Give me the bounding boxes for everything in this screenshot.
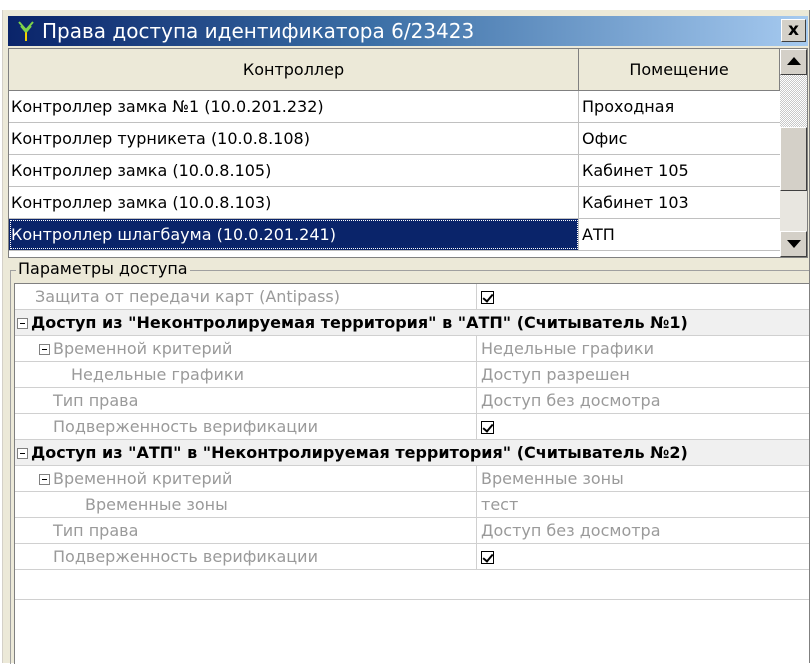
vertical-scrollbar[interactable] (780, 49, 807, 257)
minus-expander-icon[interactable] (17, 318, 28, 329)
empty-row (15, 570, 809, 600)
property-row-verification[interactable]: Подверженность верификации (15, 414, 809, 440)
controller-cell: Контроллер замка №1 (10.0.201.232) (9, 91, 579, 122)
group-label: Параметры доступа (16, 259, 190, 278)
title-bar[interactable]: Права доступа идентификатора 6/23423 x (8, 16, 808, 46)
property-name: Подверженность верификации (15, 414, 477, 439)
window-title: Права доступа идентификатора 6/23423 (42, 19, 475, 43)
column-header-controller[interactable]: Контроллер (9, 49, 579, 91)
property-value[interactable]: Доступ разрешен (477, 362, 809, 387)
property-row-verification[interactable]: Подверженность верификации (15, 544, 809, 570)
property-grid[interactable]: Защита от передачи карт (Antipass) Досту… (14, 283, 809, 664)
checkbox-checked-icon[interactable] (481, 291, 494, 304)
column-header-room[interactable]: Помещение (579, 49, 780, 91)
room-cell: Кабинет 105 (582, 161, 689, 180)
room-cell: Проходная (582, 97, 675, 116)
checkbox-checked-icon[interactable] (481, 551, 494, 564)
property-name: Временные зоны (15, 492, 477, 517)
category-title: Доступ из "АТП" в "Неконтролируемая терр… (31, 443, 688, 462)
property-value[interactable]: Доступ без досмотра (477, 388, 809, 413)
list-row[interactable]: Контроллер замка (10.0.8.105) Кабинет 10… (9, 155, 780, 187)
list-row[interactable]: Контроллер замка (10.0.8.103) Кабинет 10… (9, 187, 780, 219)
category-title: Доступ из "Неконтролируемая территория" … (31, 313, 688, 332)
minus-expander-icon[interactable] (39, 474, 50, 485)
property-name: Тип права (15, 388, 477, 413)
antenna-icon (18, 21, 34, 41)
room-cell: Кабинет 103 (582, 193, 689, 212)
property-name: Тип права (15, 518, 477, 543)
controller-cell: Контроллер шлагбаума (10.0.201.241) (9, 219, 579, 250)
property-row-right-type[interactable]: Тип права Доступ без досмотра (15, 518, 809, 544)
property-row-antipass[interactable]: Защита от передачи карт (Antipass) (15, 284, 809, 310)
list-row[interactable]: Контроллер замка №1 (10.0.201.232) Прохо… (9, 91, 780, 123)
scroll-thumb[interactable] (780, 127, 807, 191)
room-cell: Офис (582, 129, 628, 148)
property-row-time-criterion[interactable]: Временной критерий Временные зоны (15, 466, 809, 492)
room-cell: АТП (582, 225, 615, 244)
minus-expander-icon[interactable] (39, 344, 50, 355)
checkbox-checked-icon[interactable] (481, 421, 494, 434)
scroll-up-arrow-icon (787, 57, 801, 65)
property-name: Временной критерий (53, 339, 233, 358)
list-row[interactable]: Контроллер турникета (10.0.8.108) Офис (9, 123, 780, 155)
property-row-sub[interactable]: Недельные графики Доступ разрешен (15, 362, 809, 388)
property-value[interactable]: Недельные графики (477, 336, 809, 361)
scroll-track[interactable] (780, 75, 807, 127)
property-name: Недельные графики (15, 362, 477, 387)
controller-cell: Контроллер турникета (10.0.8.108) (9, 123, 579, 154)
property-name: Защита от передачи карт (Antipass) (15, 284, 477, 309)
close-icon: x (788, 20, 799, 40)
property-row-time-criterion[interactable]: Временной критерий Недельные графики (15, 336, 809, 362)
category-row[interactable]: Доступ из "АТП" в "Неконтролируемая терр… (15, 440, 809, 466)
property-name: Временной критерий (53, 469, 233, 488)
list-row-selected[interactable]: Контроллер шлагбаума (10.0.201.241) АТП (9, 219, 780, 251)
property-value[interactable]: тест (477, 492, 809, 517)
property-value[interactable]: Временные зоны (477, 466, 809, 491)
controller-list[interactable]: Контроллер Помещение Контроллер замка №1… (8, 48, 808, 258)
minus-expander-icon[interactable] (17, 448, 28, 459)
property-row-sub[interactable]: Временные зоны тест (15, 492, 809, 518)
property-name: Подверженность верификации (15, 544, 477, 569)
close-button[interactable]: x (781, 19, 806, 42)
property-row-right-type[interactable]: Тип права Доступ без досмотра (15, 388, 809, 414)
controller-cell: Контроллер замка (10.0.8.103) (9, 187, 579, 218)
property-value[interactable]: Доступ без досмотра (477, 518, 809, 543)
scroll-up-button[interactable] (780, 49, 807, 75)
scroll-down-button[interactable] (780, 231, 807, 257)
category-row[interactable]: Доступ из "Неконтролируемая территория" … (15, 310, 809, 336)
controller-cell: Контроллер замка (10.0.8.105) (9, 155, 579, 186)
scroll-down-arrow-icon (787, 240, 801, 248)
